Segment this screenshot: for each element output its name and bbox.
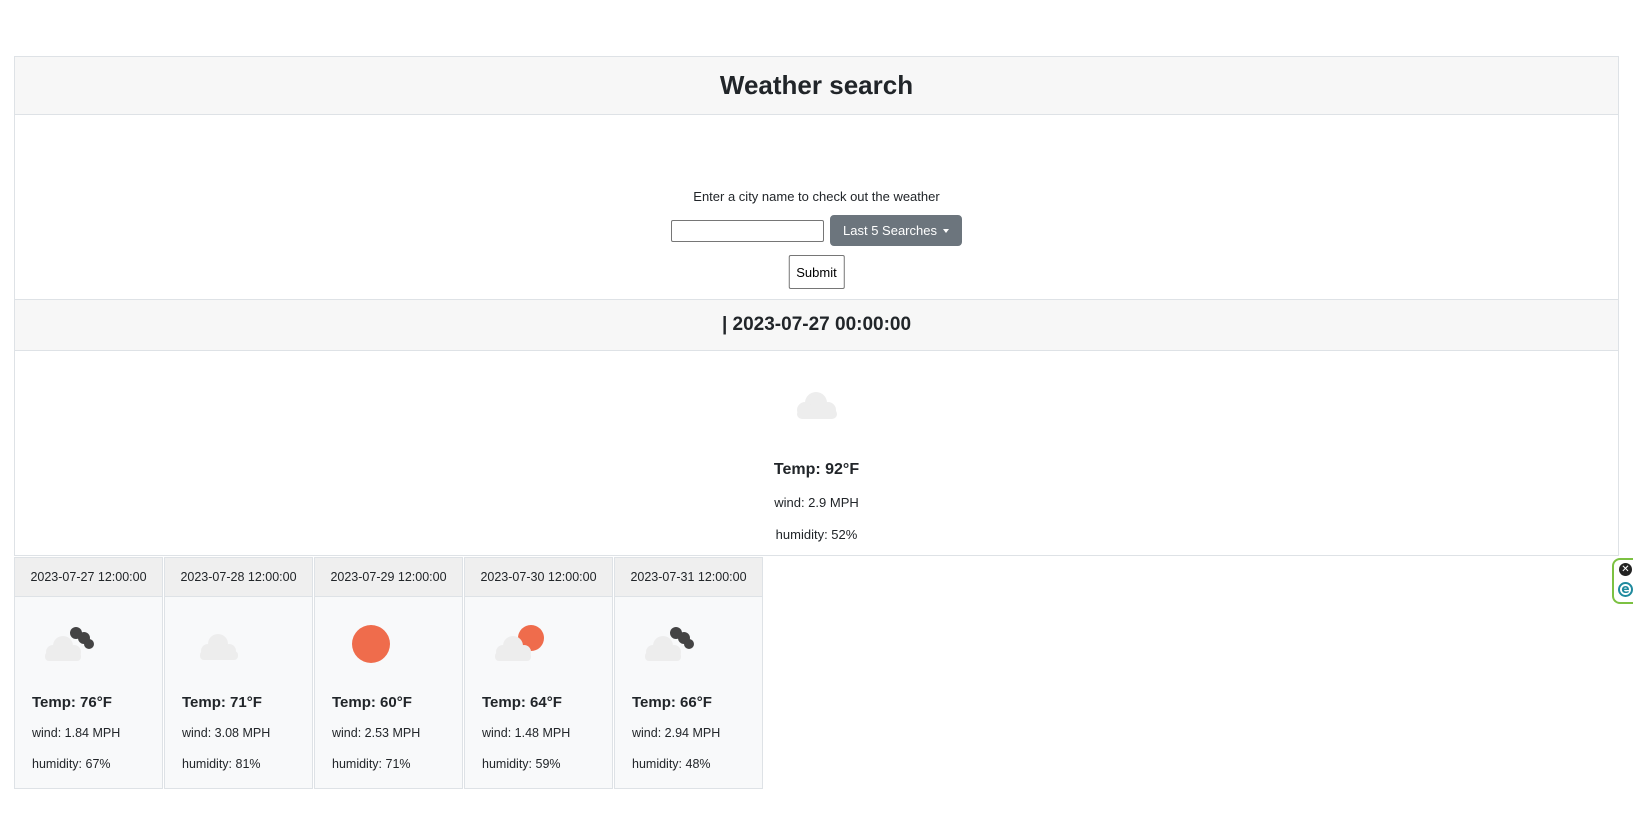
forecast-humidity: humidity: 67% bbox=[32, 757, 111, 771]
cloud-icon bbox=[191, 624, 251, 669]
forecast-temp: Temp: 66°F bbox=[632, 694, 712, 711]
forecast-wind: wind: 1.48 MPH bbox=[482, 726, 571, 740]
forecast-date: 2023-07-30 12:00:00 bbox=[465, 558, 612, 597]
search-prompt: Enter a city name to check out the weath… bbox=[693, 189, 940, 204]
forecast-humidity: humidity: 71% bbox=[332, 757, 411, 771]
forecast-date: 2023-07-31 12:00:00 bbox=[615, 558, 762, 597]
search-card: Weather search Enter a city name to chec… bbox=[14, 56, 1619, 300]
forecast-wind: wind: 2.94 MPH bbox=[632, 726, 721, 740]
forecast-list: 2023-07-27 12:00:00 Temp: 76°F wind: 1.8… bbox=[14, 557, 764, 789]
cloud-night-icon bbox=[641, 624, 701, 669]
forecast-card: 2023-07-28 12:00:00 Temp: 71°F wind: 3.0… bbox=[164, 557, 313, 789]
cloud-night-icon bbox=[41, 624, 101, 669]
forecast-card: 2023-07-29 12:00:00 Temp: 60°F wind: 2.5… bbox=[314, 557, 463, 789]
partly-cloudy-icon bbox=[491, 624, 551, 669]
current-humidity: humidity: 52% bbox=[775, 527, 858, 542]
forecast-wind: wind: 2.53 MPH bbox=[332, 726, 421, 740]
forecast-wind: wind: 3.08 MPH bbox=[182, 726, 271, 740]
forecast-card: 2023-07-31 12:00:00 Temp: 66°F wind: 2.9… bbox=[614, 557, 763, 789]
current-wind: wind: 2.9 MPH bbox=[774, 495, 859, 510]
forecast-humidity: humidity: 81% bbox=[182, 757, 261, 771]
forecast-date: 2023-07-27 12:00:00 bbox=[15, 558, 162, 597]
search-row: Last 5 Searches bbox=[15, 215, 1618, 246]
forecast-date: 2023-07-28 12:00:00 bbox=[165, 558, 312, 597]
forecast-date: 2023-07-29 12:00:00 bbox=[315, 558, 462, 597]
current-weather-heading: | 2023-07-27 00:00:00 bbox=[15, 300, 1618, 351]
submit-button[interactable]: Submit bbox=[788, 255, 845, 289]
caret-down-icon bbox=[942, 228, 949, 233]
forecast-temp: Temp: 76°F bbox=[32, 694, 112, 711]
current-weather-body: Temp: 92°F wind: 2.9 MPH humidity: 52% bbox=[15, 351, 1618, 557]
dropdown-label: Last 5 Searches bbox=[843, 223, 937, 238]
page: Weather search Enter a city name to chec… bbox=[0, 0, 1633, 820]
forecast-temp: Temp: 64°F bbox=[482, 694, 562, 711]
forecast-card: 2023-07-27 12:00:00 Temp: 76°F wind: 1.8… bbox=[14, 557, 163, 789]
current-weather-card: | 2023-07-27 00:00:00 Temp: 92°F wind: 2… bbox=[14, 299, 1619, 556]
forecast-humidity: humidity: 48% bbox=[632, 757, 711, 771]
search-body: Enter a city name to check out the weath… bbox=[15, 115, 1618, 299]
cloud-icon bbox=[792, 387, 842, 426]
last-searches-dropdown-button[interactable]: Last 5 Searches bbox=[830, 215, 962, 246]
extension-logo-icon[interactable]: e bbox=[1618, 582, 1633, 597]
forecast-card: 2023-07-30 12:00:00 Temp: 64°F wind: 1.4… bbox=[464, 557, 613, 789]
sun-icon bbox=[341, 624, 401, 669]
forecast-wind: wind: 1.84 MPH bbox=[32, 726, 121, 740]
current-temp: Temp: 92°F bbox=[773, 461, 860, 478]
forecast-humidity: humidity: 59% bbox=[482, 757, 561, 771]
close-icon[interactable]: ✕ bbox=[1619, 563, 1632, 576]
forecast-temp: Temp: 60°F bbox=[332, 694, 412, 711]
city-search-input[interactable] bbox=[671, 219, 825, 242]
extension-widget[interactable]: ✕ e bbox=[1612, 558, 1633, 604]
forecast-temp: Temp: 71°F bbox=[182, 694, 262, 711]
page-title: Weather search bbox=[15, 57, 1618, 115]
